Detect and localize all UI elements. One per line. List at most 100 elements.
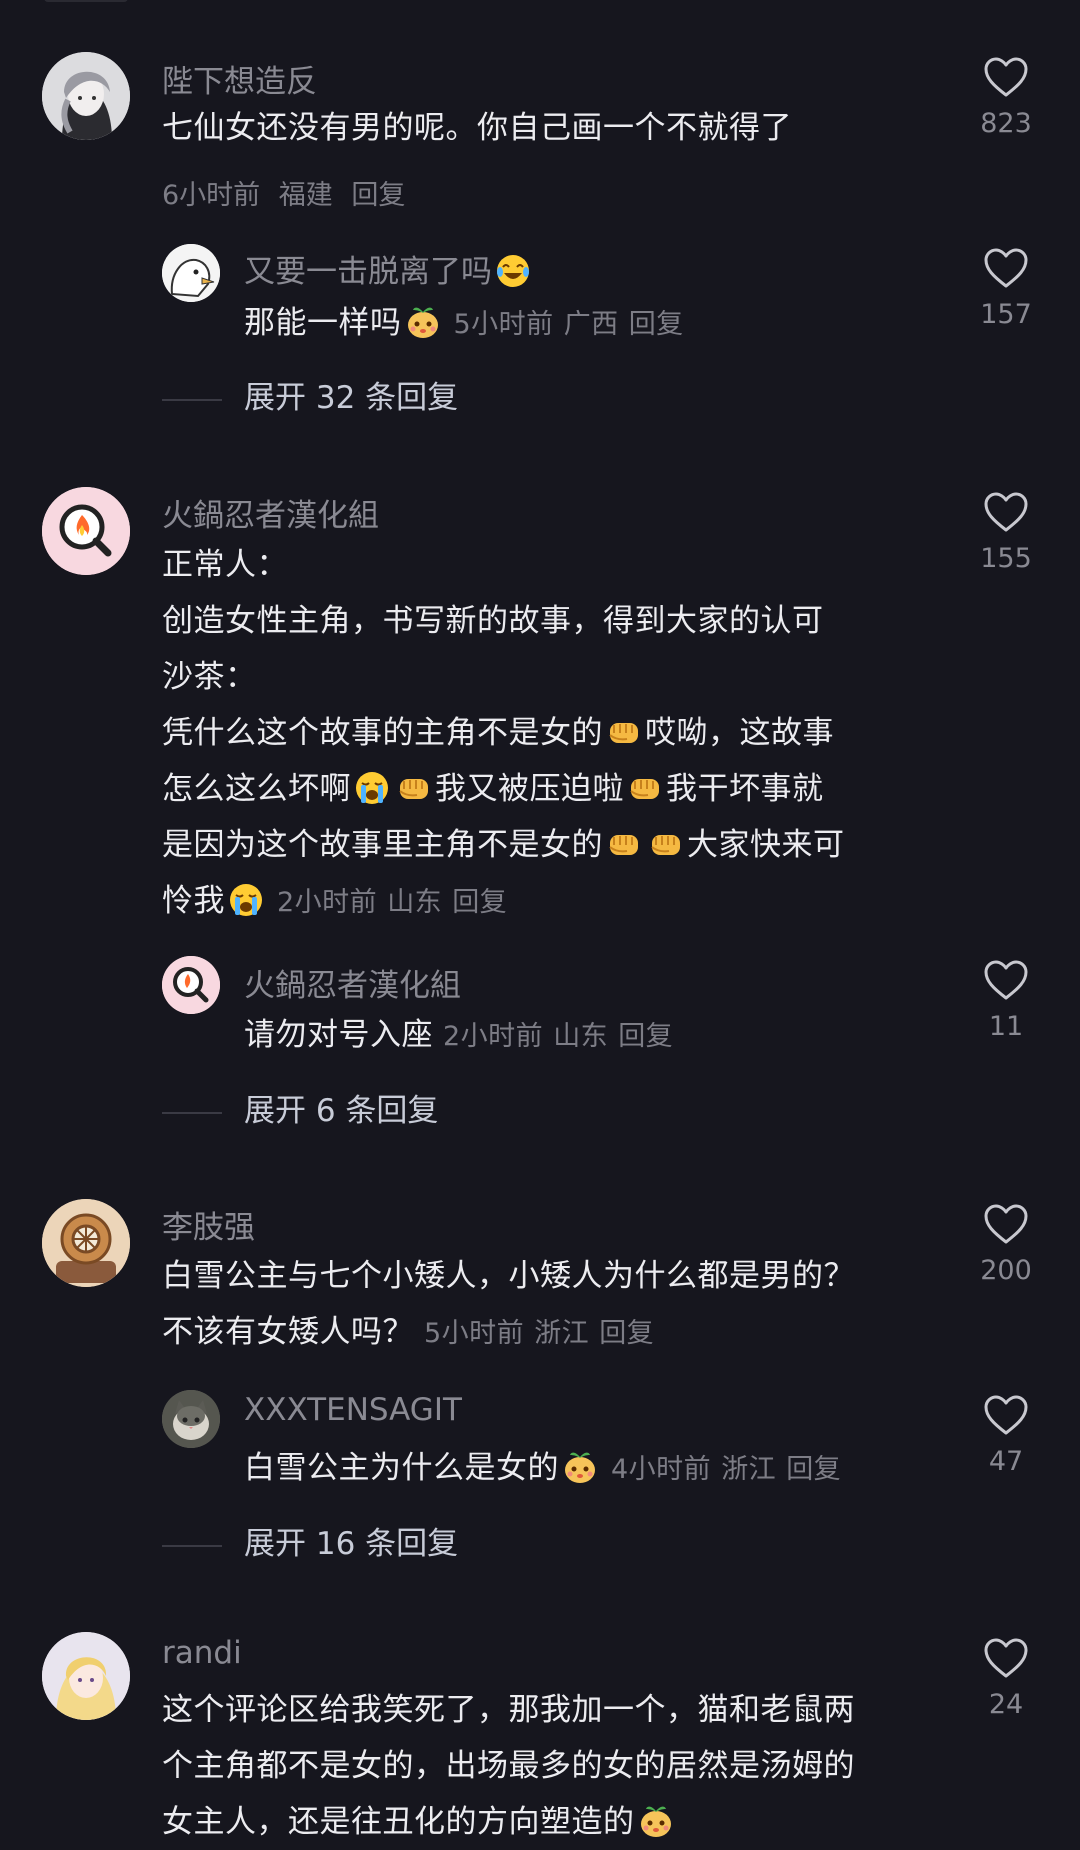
expand-divider [162, 398, 222, 401]
reply-text-content: 那能一样吗 [244, 305, 402, 341]
expand-label: 展开 16 条回复 [244, 1526, 459, 1562]
expand-replies-button[interactable]: 展开 16 条回复 [162, 1518, 458, 1563]
like-button[interactable]: 823 [966, 56, 1046, 139]
reply-reply-button[interactable]: 回复 [629, 309, 684, 340]
reply-reply-button[interactable]: 回复 [786, 1454, 841, 1485]
comment-text: 正常人： 创造女性主角，书写新的故事，得到大家的认可 沙茶： 凭什么这个故事的主… [162, 537, 932, 931]
text-segment: 是因为这个故事里主角不是女的 [162, 827, 603, 863]
comment-location: 福建 [278, 180, 333, 211]
fist-emoji [605, 825, 643, 863]
heart-outline-icon [984, 1638, 1028, 1678]
comment-text-line: 沙茶： [162, 659, 257, 695]
text-segment: 不该有女矮人吗？ [162, 1314, 414, 1350]
avatar[interactable] [42, 52, 130, 140]
comment-text-line: 凭什么这个故事的主角不是女的 哎呦，这故事 [162, 705, 932, 761]
like-count: 155 [980, 543, 1032, 574]
reply-location: 浙江 [721, 1454, 777, 1485]
comment-time: 6小时前 [162, 180, 261, 211]
comment-text-line: 怜我 2小时前 山东 回复 [162, 873, 932, 931]
comment-location: 浙江 [534, 1318, 590, 1349]
comment-username[interactable]: 陛下想造反 [162, 56, 317, 101]
reply-like-button[interactable]: 157 [966, 247, 1046, 330]
avatar[interactable] [42, 487, 130, 575]
fist-emoji [626, 769, 664, 807]
reply-button[interactable]: 回复 [452, 887, 507, 918]
reply-time: 4小时前 [611, 1454, 712, 1485]
comment-text: 白雪公主与七个小矮人，小矮人为什么都是男的？ 不该有女矮人吗？ 5小时前 浙江 回复 [162, 1248, 932, 1362]
comment-text-line: 创造女性主角，书写新的故事，得到大家的认可 [162, 603, 824, 639]
expand-label: 展开 32 条回复 [244, 380, 459, 416]
reply-text: 白雪公主为什么是女的 4小时前 浙江 回复 [244, 1440, 1014, 1498]
comment-text-line: 这个评论区给我笑死了，那我加一个，猫和老鼠两 [162, 1692, 855, 1728]
sprout-face-emoji [561, 1448, 599, 1486]
expand-replies-button[interactable]: 展开 32 条回复 [162, 372, 458, 417]
reply-like-count: 157 [980, 299, 1032, 330]
fist-emoji [395, 769, 433, 807]
text-segment: 大家快来可 [687, 827, 845, 863]
reply-like-count: 47 [988, 1446, 1024, 1477]
reply-username-text: 又要一击脱离了吗 [244, 254, 492, 290]
text-segment: 怜我 [162, 883, 225, 919]
heart-outline-icon [984, 492, 1028, 532]
comment-text-line: 白雪公主与七个小矮人，小矮人为什么都是男的？ [162, 1258, 855, 1294]
avatar[interactable] [42, 1632, 130, 1720]
text-segment: 怎么这么坏啊 [162, 771, 351, 807]
reply-text: 请勿对号入座 2小时前 山东 回复 [244, 1007, 1014, 1065]
heart-outline-icon [984, 960, 1028, 1000]
comment-text-line: 女主人，还是往丑化的方向塑造的 [162, 1794, 932, 1850]
reply-like-count: 11 [988, 1011, 1024, 1042]
avatar[interactable] [42, 1199, 130, 1287]
like-count: 200 [980, 1255, 1032, 1286]
comment-text: 七仙女还没有男的呢。你自己画一个不就得了 [162, 100, 932, 156]
like-count: 24 [988, 1689, 1024, 1720]
reply-text-content: 请勿对号入座 [244, 1017, 433, 1053]
expand-divider [162, 1544, 222, 1547]
reply-button[interactable]: 回复 [599, 1318, 654, 1349]
comment-location: 山东 [387, 887, 443, 918]
reply-text-content: 白雪公主为什么是女的 [244, 1450, 559, 1486]
text-segment: 凭什么这个故事的主角不是女的 [162, 715, 603, 751]
comment-text-line: 是因为这个故事里主角不是女的 大家快来可 [162, 817, 932, 873]
comment-username[interactable]: 李肢强 [162, 1202, 255, 1247]
comment-meta: 6小时前 福建 回复 [162, 173, 415, 212]
like-button[interactable]: 24 [966, 1637, 1046, 1720]
reply-reply-button[interactable]: 回复 [618, 1021, 673, 1052]
reply-like-button[interactable]: 47 [966, 1394, 1046, 1477]
heart-outline-icon [984, 248, 1028, 288]
reply-time: 5小时前 [453, 309, 554, 340]
tears-of-joy-emoji [494, 252, 532, 290]
comment-time: 2小时前 [277, 887, 378, 918]
text-segment: 女主人，还是往丑化的方向塑造的 [162, 1804, 635, 1840]
reply-avatar[interactable] [162, 244, 220, 302]
reply-avatar[interactable] [162, 956, 220, 1014]
comment-text: 这个评论区给我笑死了，那我加一个，猫和老鼠两 个主角都不是女的，出场最多的女的居… [162, 1682, 932, 1850]
reply-button[interactable]: 回复 [351, 180, 405, 211]
comment-text-line: 个主角都不是女的，出场最多的女的居然是汤姆的 [162, 1748, 855, 1784]
reply-like-button[interactable]: 11 [966, 959, 1046, 1042]
heart-outline-icon [984, 57, 1028, 97]
expand-replies-button[interactable]: 展开 6 条回复 [162, 1085, 438, 1130]
comment-text-line: 怎么这么坏啊 我又被压迫啦 我干坏事就 [162, 761, 932, 817]
comment-time: 5小时前 [424, 1318, 525, 1349]
loudly-crying-emoji [353, 769, 391, 807]
comment-text-line: 不该有女矮人吗？ 5小时前 浙江 回复 [162, 1304, 932, 1362]
comment-username[interactable]: 火鍋忍者漢化組 [162, 490, 379, 535]
heart-outline-icon [984, 1204, 1028, 1244]
reply-avatar[interactable] [162, 1390, 220, 1448]
like-button[interactable]: 200 [966, 1203, 1046, 1286]
comment-username[interactable]: randi [162, 1635, 242, 1671]
previous-comment-edge [44, 0, 128, 2]
expand-label: 展开 6 条回复 [244, 1093, 439, 1129]
text-segment: 我又被压迫啦 [435, 771, 624, 807]
reply-username[interactable]: XXXTENSAGIT [244, 1392, 462, 1428]
reply-username[interactable]: 火鍋忍者漢化組 [244, 960, 461, 1005]
heart-outline-icon [984, 1395, 1028, 1435]
like-button[interactable]: 155 [966, 491, 1046, 574]
like-count: 823 [980, 108, 1032, 139]
loudly-crying-emoji [227, 881, 265, 919]
reply-time: 2小时前 [443, 1021, 544, 1052]
sprout-face-emoji [404, 303, 442, 341]
reply-location: 山东 [553, 1021, 609, 1052]
text-segment: 我干坏事就 [666, 771, 824, 807]
reply-username[interactable]: 又要一击脱离了吗 [244, 246, 534, 291]
